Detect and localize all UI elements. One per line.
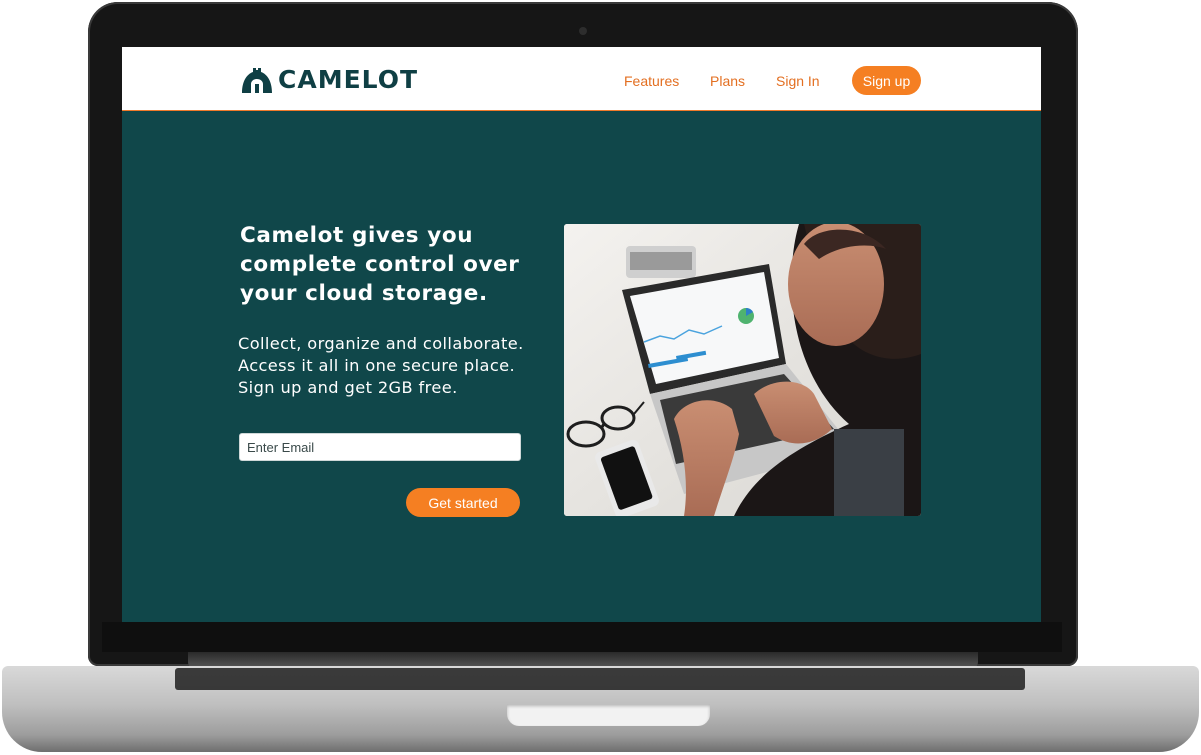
nav-link-sign-in[interactable]: Sign In xyxy=(776,73,820,89)
brand-logo[interactable]: CAMELOT xyxy=(240,65,418,94)
laptop-notch xyxy=(507,704,710,726)
camera-icon xyxy=(579,27,587,35)
signup-button[interactable]: Sign up xyxy=(852,66,921,95)
castle-logo-icon xyxy=(242,67,272,93)
laptop-keyboard xyxy=(175,668,1025,690)
laptop-user-photo xyxy=(564,224,921,516)
hero-headline: Camelot gives you complete control over … xyxy=(240,223,520,306)
get-started-button[interactable]: Get started xyxy=(406,488,520,517)
brand-name: CAMELOT xyxy=(278,65,418,94)
hero-subtext: Collect, organize and collaborate. Acces… xyxy=(238,333,558,399)
laptop-bezel xyxy=(102,622,1062,652)
top-navigation: CAMELOT Features Plans Sign In Sign up xyxy=(122,47,1041,111)
hero-subtext-line: Sign up and get 2GB free. xyxy=(238,378,458,397)
hero-subtext-line: Access it all in one secure place. xyxy=(238,356,516,375)
hero-photo xyxy=(564,224,921,516)
email-input[interactable] xyxy=(239,433,521,461)
hero-subtext-line: Collect, organize and collaborate. xyxy=(238,334,524,353)
nav-link-plans[interactable]: Plans xyxy=(710,73,745,89)
nav-link-features[interactable]: Features xyxy=(624,73,679,89)
website-screen: CAMELOT Features Plans Sign In Sign up C… xyxy=(122,47,1041,622)
